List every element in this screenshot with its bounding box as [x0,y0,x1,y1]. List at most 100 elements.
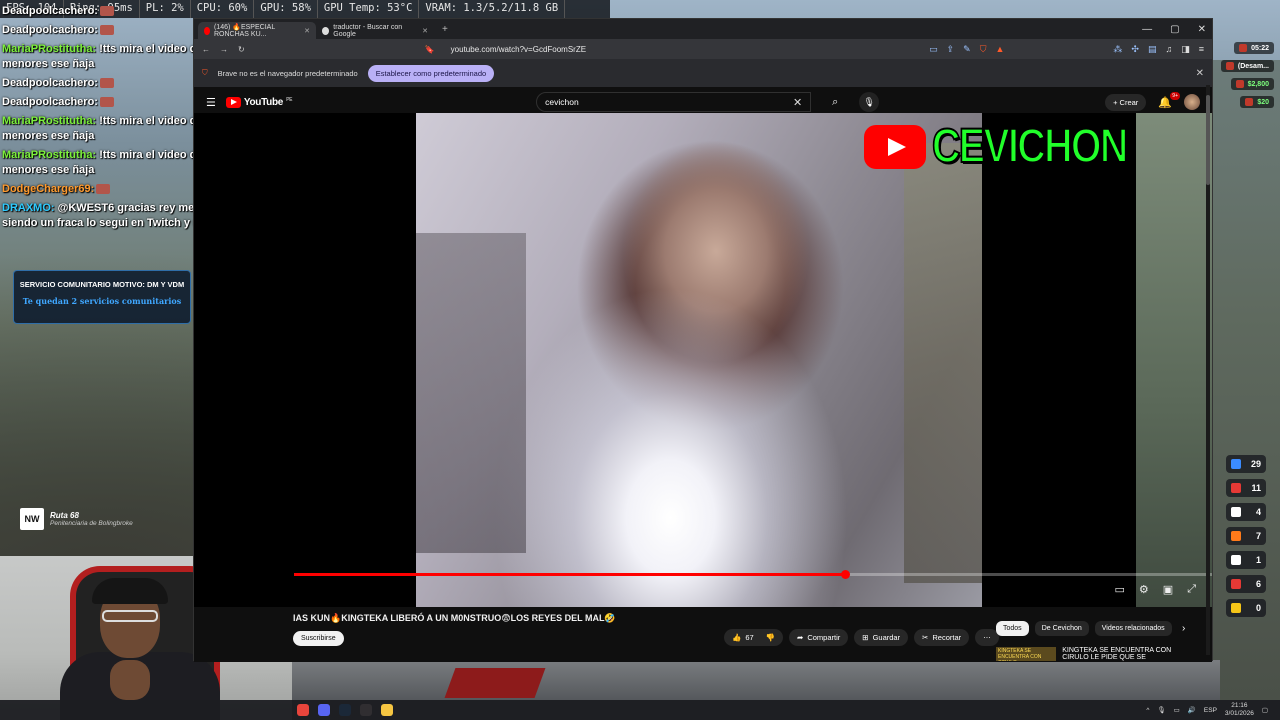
shield-icon [1231,459,1241,469]
tab-label: (146) 🔥ESPECIAL RONCHAS KU... [213,24,275,38]
create-button[interactable]: + Crear [1105,93,1147,111]
tab-label: traductor - Buscar con Google [333,23,403,38]
bookmark-icon[interactable]: 🔖 [425,45,435,54]
progress-played [294,573,845,576]
hud-top-item: $20 [1240,96,1274,108]
search-icon[interactable]: ⌕ [821,92,849,112]
truck-icon [1231,483,1241,493]
set-default-button[interactable]: Establecer como predeterminado [367,64,495,82]
route-indicator: NW Ruta 68 Penitenciaria de Bolingbroke [20,505,190,533]
recommended-video[interactable]: KINGTEKA SE ENCUENTRA CON CIRULO KINGTEK… [996,647,1212,661]
maximize-icon[interactable]: ▢ [1170,24,1179,35]
chat-emote-icon [99,97,114,108]
browser-window: (146) 🔥ESPECIAL RONCHAS KU... ✕ traducto… [193,18,1213,662]
chip-related[interactable]: Videos relacionados [1094,621,1172,636]
theater-mode-icon[interactable]: ▣ [1163,583,1173,596]
subtitles-icon[interactable]: ▭ [1115,583,1125,596]
close-tab-icon[interactable]: ✕ [422,27,428,35]
new-tab-button[interactable]: + [442,24,448,35]
clear-search-icon[interactable]: ✕ [793,96,802,109]
channel-overlay-logo: CEVICHON [864,119,1169,174]
thumbs-down-icon[interactable]: 👎 [766,633,775,642]
chat-username: Deadpoolcachero: [2,77,98,89]
url-field[interactable]: youtube.com/watch?v=GcdFoomSrZE [451,45,901,54]
discord-icon[interactable] [318,704,330,716]
route-title: Ruta 68 [50,511,79,520]
share-button[interactable]: ➦ Compartir [789,629,849,646]
fullscreen-icon[interactable]: ⤢ [1187,583,1196,596]
youtube-favicon-icon [204,26,210,35]
search-input[interactable]: cevichon ✕ [536,92,812,112]
youtube-logo[interactable]: YouTube PE [225,96,292,108]
like-button[interactable]: 👍 67 👎 [724,629,784,646]
video-shelf-left [416,233,526,553]
reload-icon[interactable]: ↻ [238,45,245,54]
stat-cell: GPU Temp: 53°C [318,0,420,18]
subscribe-button[interactable]: Suscribirse [293,631,344,646]
forward-icon[interactable]: → [220,45,228,54]
back-icon[interactable]: ← [202,45,210,54]
video-progress-bar[interactable] [294,570,1212,579]
service-reason: SERVICIO COMUNITARIO MOTIVO: DM Y VDM [19,280,185,289]
tab-youtube[interactable]: (146) 🔥ESPECIAL RONCHAS KU... ✕ [198,22,316,39]
wallet-icon[interactable]: ◨ [1181,44,1190,55]
hud-item-icon [1245,98,1254,106]
video-info-area: IAS KUN🔥KINGTEKA LIBERÓ A UN M0NSTRUO😨LO… [194,607,1212,662]
share-label: Compartir [807,633,841,642]
video-player[interactable]: CEVICHON ▭ ⚙ ▣ ⤢ [194,113,1212,607]
puzzle-icon[interactable]: ✣ [1131,44,1139,55]
extension-icons: ▭ ⇪ ✎ ⛉ ▲ ⁂ ✣ ▤ ♫ ◨ ≡ [929,44,1204,55]
tray-chevron-icon[interactable]: ^ [1146,707,1149,714]
steam-icon[interactable] [339,704,351,716]
user-avatar[interactable] [1184,94,1200,110]
close-tab-icon[interactable]: ✕ [304,27,310,35]
close-window-icon[interactable]: ✕ [1198,24,1206,35]
chrome-icon[interactable] [297,704,309,716]
edit-icon[interactable]: ✎ [963,44,971,55]
progress-scrubber[interactable] [840,570,850,579]
google-favicon-icon [322,26,330,35]
notifications-bell-icon[interactable]: 🔔 9+ [1158,91,1180,109]
thumbs-up-icon: 👍 [732,633,742,642]
hud-item-text: $2,800 [1247,80,1269,88]
notifications-icon[interactable]: ▢ [1262,706,1268,714]
page-scrollbar[interactable] [1206,85,1210,655]
community-service-box: SERVICIO COMUNITARIO MOTIVO: DM Y VDM Te… [13,270,191,324]
clip-button[interactable]: ✂ Recortar [914,629,970,646]
hud-item-text: $20 [1257,98,1269,106]
car-icon [1231,579,1241,589]
settings-gear-icon[interactable]: ⚙ [1139,583,1149,596]
rewards-icon[interactable]: ▲ [995,44,1004,55]
menu-icon[interactable]: ≡ [1199,44,1204,55]
scrollbar-thumb[interactable] [1206,95,1210,185]
chip-from-channel[interactable]: De Cevichon [1034,621,1089,636]
brave-lion-icon: ⛉ [202,68,208,77]
chat-emote-icon [99,78,114,89]
save-button[interactable]: ⊞ Guardar [854,629,909,646]
files-icon[interactable] [381,704,393,716]
stat-cell: VRAM: 1.3/5.2/11.8 GB [419,0,566,18]
chat-username: Deadpoolcachero: [2,24,98,36]
sidebar-icon[interactable]: ▤ [1148,44,1157,55]
brave-shield-icon[interactable]: ⛉ [980,44,987,55]
network-icon[interactable]: ▭ [1174,706,1180,714]
minimize-icon[interactable]: — [1142,24,1152,35]
language-indicator[interactable]: ESP [1204,707,1217,714]
cast-icon[interactable]: ▭ [929,44,938,55]
microphone-icon[interactable]: 🎙 [859,92,880,112]
streamer-hand [110,660,150,700]
share-icon[interactable]: ⇪ [947,44,955,55]
volume-icon[interactable]: 🔊 [1188,706,1196,714]
tab-google[interactable]: traductor - Buscar con Google ✕ [316,22,434,39]
mic-tray-icon[interactable]: 🎙 [1157,706,1165,714]
close-infobar-icon[interactable]: ✕ [1196,68,1204,79]
chip-all[interactable]: Todos [996,621,1029,636]
chevron-right-icon[interactable]: › [1182,623,1185,634]
music-icon[interactable]: ♫ [1165,44,1172,55]
obs-icon[interactable] [360,704,372,716]
hamburger-menu-icon[interactable]: ☰ [206,96,216,109]
hud-stat-value: 6 [1255,579,1261,589]
clock[interactable]: 21:16 3/01/2026 [1225,702,1254,718]
translate-icon[interactable]: ⁂ [1113,44,1122,55]
taskbar-icons [297,704,393,716]
